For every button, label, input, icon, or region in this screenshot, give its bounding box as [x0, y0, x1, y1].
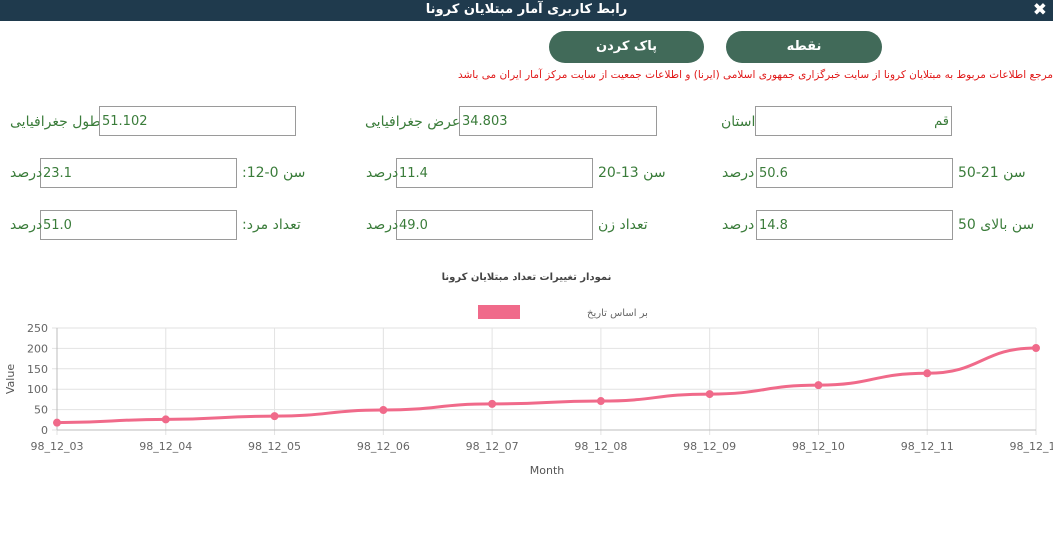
male-count-field[interactable]: [40, 210, 237, 240]
latitude-field[interactable]: [459, 106, 657, 136]
x-tick-label: 98_12_09: [683, 440, 736, 453]
latitude-label: :عرض جغرافیایی: [365, 114, 465, 130]
data-point[interactable]: [1032, 343, 1040, 352]
x-tick-label: 98_12_12: [1010, 440, 1053, 453]
series-line: [56, 346, 1037, 425]
window-title: رابط کاربری آمار مبتلایان کرونا: [425, 2, 628, 17]
x-tick-label: 98_12_11: [901, 440, 954, 453]
data-point[interactable]: [814, 381, 823, 390]
data-point[interactable]: [161, 415, 170, 424]
line-chart: بر اساس تاریخ 0 50 100 150 200 250 98_12_03 98_…: [4, 305, 1053, 477]
female-count-label: تعداد زن: [598, 217, 648, 233]
age-0-12-unit: درصد: [10, 165, 43, 181]
x-axis-title: Month: [530, 464, 565, 477]
age-21-50-unit: درصد: [722, 165, 755, 181]
x-tick-label: 98_12_06: [357, 440, 410, 453]
longitude-label: :طول جغرافیایی: [10, 114, 106, 130]
legend-label: بر اساس تاریخ: [587, 308, 648, 319]
y-tick-label: 200: [27, 342, 48, 355]
data-point[interactable]: [705, 390, 714, 399]
female-count-unit: درصد: [366, 217, 399, 233]
age-13-20-field[interactable]: [396, 158, 593, 188]
longitude-field[interactable]: [99, 106, 296, 136]
data-point[interactable]: [270, 412, 279, 421]
age-13-20-unit: درصد: [366, 165, 399, 181]
x-tick-label: 98_12_04: [139, 440, 192, 453]
point-button[interactable]: نقطه: [726, 31, 882, 63]
chart-title: نمودار تغییرات تعداد مبتلایان کرونا: [441, 272, 612, 283]
age-13-20-label: سن 13-20: [598, 165, 666, 181]
x-tick-label: 98_12_03: [31, 440, 84, 453]
y-tick-label: 250: [27, 322, 48, 335]
age-21-50-label: سن 21-50: [958, 165, 1026, 181]
age-over-50-unit: درصد: [722, 217, 755, 233]
x-tick-label: 98_12_05: [248, 440, 301, 453]
male-count-unit: درصد: [10, 217, 43, 233]
title-bar: رابط کاربری آمار مبتلایان کرونا ✖: [0, 0, 1053, 21]
province-label: استان: [721, 114, 756, 130]
y-tick-label: 50: [34, 404, 48, 417]
y-tick-label: 150: [27, 363, 48, 376]
y-tick-label: 0: [41, 424, 48, 437]
data-point[interactable]: [596, 397, 605, 406]
legend-swatch[interactable]: [478, 305, 520, 319]
x-tick-label: 98_12_08: [574, 440, 627, 453]
age-over-50-field[interactable]: [756, 210, 953, 240]
clear-button[interactable]: پاک کردن: [549, 31, 704, 63]
female-count-field[interactable]: [396, 210, 593, 240]
x-tick-label: 98_12_07: [466, 440, 519, 453]
data-point[interactable]: [53, 418, 61, 427]
data-point[interactable]: [923, 369, 932, 378]
x-tick-label: 98_12_10: [792, 440, 845, 453]
male-count-label: تعداد مرد:: [242, 217, 301, 233]
data-point[interactable]: [379, 406, 388, 415]
y-tick-label: 100: [27, 383, 48, 396]
y-axis-title: Value: [4, 364, 17, 394]
age-0-12-field[interactable]: [40, 158, 237, 188]
age-over-50-label: سن بالای 50: [958, 217, 1035, 233]
province-field[interactable]: [755, 106, 952, 136]
age-21-50-field[interactable]: [756, 158, 953, 188]
age-0-12-label: سن 0-12:: [242, 165, 306, 181]
close-icon[interactable]: ✖: [1033, 0, 1047, 21]
source-note: مرجع اطلاعات مربوط به مبتلایان کرونا از …: [457, 69, 1053, 81]
data-point[interactable]: [488, 399, 497, 408]
